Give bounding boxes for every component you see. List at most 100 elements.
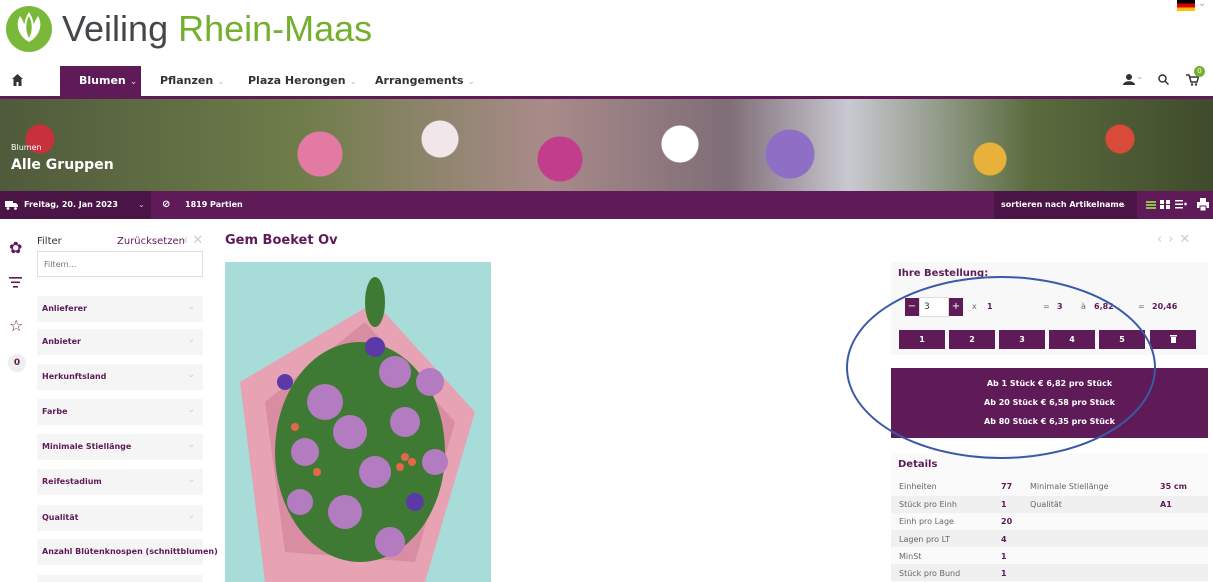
filter-item-reifestadium[interactable]: Reifestadium ⌄	[37, 469, 203, 495]
product-image[interactable]	[225, 262, 491, 582]
filter-item-label: Anbieter	[42, 337, 81, 346]
filter-item-label: Minimale Stiellänge	[42, 442, 132, 451]
date-selector[interactable]: Freitag, 20. Jan 2023 ⌄	[0, 191, 151, 219]
brand-part1: Veiling	[62, 8, 179, 49]
chevron-down-icon: ⌄	[187, 302, 195, 312]
chevron-down-icon: ⌄	[217, 77, 225, 87]
chevron-down-icon: ⌄	[187, 440, 195, 450]
detail-value: 1	[1001, 500, 1007, 509]
chevron-right-icon[interactable]: ›	[1168, 232, 1179, 247]
detail-value: A1	[1160, 500, 1172, 509]
chevron-down-icon[interactable]: ⌄	[1136, 72, 1144, 82]
detail-label: Minimale Stiellänge	[1030, 482, 1109, 491]
detail-value: 20	[1001, 517, 1013, 526]
search-icon[interactable]	[1158, 74, 1170, 88]
nav-item-arrangements[interactable]: Arrangements ⌄	[375, 66, 475, 96]
detail-value: 1	[1001, 569, 1007, 578]
filter-item-label: Anzahl Blütenknospen (schnittblumen)	[42, 547, 218, 556]
order-total-price: 20,46	[1152, 302, 1178, 311]
detail-value: 1	[1001, 552, 1007, 561]
nav-item-blumen[interactable]: Blumen ⌄	[60, 66, 141, 96]
flower-icon[interactable]: ✿	[9, 238, 22, 257]
nav-item-pflanzen[interactable]: Pflanzen ⌄	[160, 66, 225, 96]
chevron-down-icon: ⌄	[129, 77, 138, 87]
home-icon[interactable]	[12, 74, 23, 86]
chevron-left-icon[interactable]: ‹	[183, 233, 188, 248]
filter-item-farbe[interactable]: Farbe ⌄	[37, 399, 203, 425]
annotation-circle	[846, 276, 1156, 459]
user-icon[interactable]	[1123, 74, 1135, 88]
filter-item-qualitaet[interactable]: Qualität ⌄	[37, 505, 203, 531]
chevron-down-icon: ⌄	[187, 405, 195, 415]
sort-selector[interactable]: sortieren nach Artikelname ⌄	[994, 191, 1137, 219]
filter-search-input[interactable]	[37, 251, 203, 277]
filter-label: Filter	[37, 236, 62, 247]
filter-panel-controls: ‹ ✕	[183, 233, 203, 248]
favorites-count-badge[interactable]: 0	[8, 354, 26, 372]
banner-subtitle: Blumen	[11, 143, 42, 152]
chevron-down-icon: ⌄	[187, 370, 195, 380]
equals-sign: =	[1138, 302, 1145, 311]
category-banner	[0, 96, 1213, 191]
chevron-down-icon: ⌄	[187, 511, 195, 521]
sort-label: sortieren nach Artikelname	[1001, 200, 1125, 209]
detail-value: 77	[1001, 482, 1013, 491]
chevron-down-icon: ⌄	[349, 77, 358, 87]
truck-icon	[5, 201, 18, 210]
close-icon[interactable]: ✕	[1179, 232, 1196, 247]
filter-item-more[interactable]	[37, 575, 203, 582]
chevron-down-icon: ⌄	[187, 335, 195, 345]
filter-item-label: Anlieferer	[42, 304, 88, 313]
chevron-down-icon: ⌄	[187, 475, 195, 485]
nav-item-label: Plaza Herongen	[248, 74, 346, 87]
logo-icon[interactable]	[6, 6, 52, 52]
detail-label: Qualität	[1030, 500, 1062, 509]
filter-item-anlieferer[interactable]: Anlieferer ⌄	[37, 296, 203, 322]
compact-view-icon[interactable]	[1175, 200, 1187, 209]
detail-label: Stück pro Bund	[899, 569, 961, 578]
product-navigation: ‹›✕	[1157, 232, 1196, 247]
print-icon[interactable]	[1197, 198, 1209, 211]
partien-count: 1819 Partien	[185, 200, 243, 209]
filter-icon[interactable]	[9, 274, 22, 292]
detail-label: Stück pro Einh	[899, 500, 957, 509]
close-icon[interactable]: ✕	[192, 233, 203, 248]
list-view-icon[interactable]	[1146, 201, 1156, 209]
brand-name[interactable]: Veiling Rhein-Maas	[62, 8, 372, 50]
nav-item-plaza-herongen[interactable]: Plaza Herongen ⌄	[248, 66, 357, 96]
toolbar: Freitag, 20. Jan 2023 ⌄ ⊘ 1819 Partien s…	[0, 191, 1213, 219]
nav-item-label: Blumen	[79, 74, 126, 87]
delete-order-button[interactable]	[1150, 330, 1196, 349]
chevron-down-icon: ⌄	[1120, 200, 1127, 209]
detail-value: 4	[1001, 535, 1007, 544]
detail-label: Lagen pro LT	[899, 535, 950, 544]
banner-title: Alle Gruppen	[11, 157, 114, 173]
cart-count-badge: 0	[1194, 66, 1205, 77]
chevron-down-icon: ⌄	[138, 200, 145, 209]
filter-item-minimale-stiellaenge[interactable]: Minimale Stiellänge ⌄	[37, 434, 203, 460]
filter-item-label: Herkunftsland	[42, 372, 107, 381]
detail-value: 35 cm	[1160, 482, 1187, 491]
filter-item-label: Farbe	[42, 407, 68, 416]
filter-item-herkunftsland[interactable]: Herkunftsland ⌄	[37, 364, 203, 390]
nav-item-label: Pflanzen	[160, 74, 214, 87]
nav-item-label: Arrangements	[375, 74, 464, 87]
eye-slash-icon[interactable]: ⊘	[162, 191, 170, 219]
chevron-down-icon[interactable]: ⌄	[1198, 0, 1206, 9]
star-icon[interactable]: ☆	[9, 316, 23, 335]
chevron-left-icon[interactable]: ‹	[1157, 232, 1168, 247]
product-title: Gem Boeket Ov	[225, 233, 338, 248]
filter-item-label: Qualität	[42, 513, 79, 522]
grid-view-icon[interactable]	[1160, 200, 1170, 209]
main-nav: Blumen ⌄ Pflanzen ⌄ Plaza Herongen ⌄ Arrang…	[0, 66, 1213, 96]
language-flag-icon[interactable]	[1177, 0, 1195, 11]
detail-label: MinSt	[899, 552, 922, 561]
date-label: Freitag, 20. Jan 2023	[24, 200, 118, 209]
bouquet-illustration	[240, 277, 475, 582]
detail-label: Einheiten	[899, 482, 937, 491]
reset-filter-button[interactable]: Zurücksetzen	[117, 236, 185, 247]
filter-item-anbieter[interactable]: Anbieter ⌄	[37, 329, 203, 355]
filter-item-label: Reifestadium	[42, 477, 102, 486]
filter-item-bluetenknospen[interactable]: Anzahl Blütenknospen (schnittblumen)	[37, 539, 218, 565]
details-title: Details	[898, 459, 938, 470]
